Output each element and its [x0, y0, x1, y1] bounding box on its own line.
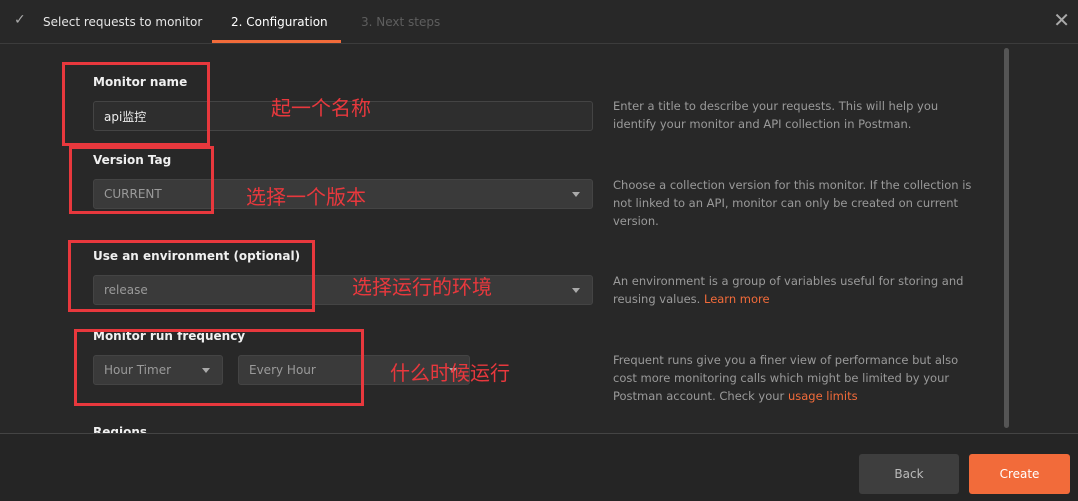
environment-help: An environment is a group of variables u…: [613, 274, 964, 306]
annotation-environment: 选择运行的环境: [352, 275, 492, 299]
annotation-name: 起一个名称: [271, 96, 371, 120]
regions-label-partial: Regions: [93, 425, 148, 433]
step-next-steps[interactable]: 3. Next steps: [361, 15, 440, 29]
back-button[interactable]: Back: [859, 454, 959, 494]
scrollbar-thumb[interactable]: [1004, 48, 1009, 428]
check-icon: ✓: [14, 12, 26, 28]
annotation-box-version: [69, 146, 214, 214]
annotation-version: 选择一个版本: [246, 185, 366, 209]
header-divider: [0, 43, 1078, 44]
annotation-box-frequency: [74, 329, 364, 406]
learn-more-link[interactable]: Learn more: [704, 292, 770, 306]
step-select-requests[interactable]: Select requests to monitor: [43, 15, 202, 29]
chevron-down-icon: [572, 288, 580, 293]
usage-limits-link[interactable]: usage limits: [788, 389, 858, 403]
chevron-down-icon: [572, 192, 580, 197]
frequency-help: Frequent runs give you a finer view of p…: [613, 353, 959, 403]
create-button[interactable]: Create: [969, 454, 1070, 494]
close-icon[interactable]: ✕: [1053, 8, 1070, 32]
annotation-box-environment: [68, 240, 315, 312]
annotation-box-name: [62, 62, 210, 146]
version-tag-help: Choose a collection version for this mon…: [613, 178, 972, 228]
monitor-name-help: Enter a title to describe your requests.…: [613, 99, 939, 131]
step-configuration[interactable]: 2. Configuration: [231, 15, 328, 29]
annotation-frequency: 什么时候运行: [390, 361, 510, 385]
